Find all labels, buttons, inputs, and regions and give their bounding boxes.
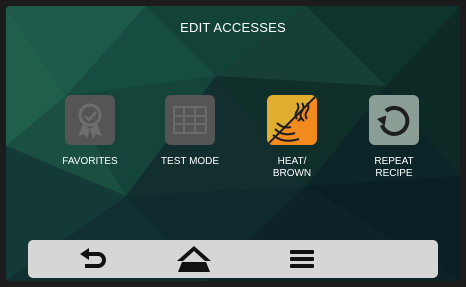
bottom-navbar <box>28 240 438 278</box>
device-frame: EDIT ACCESSES FAVORITES TEST MODE HEAT/ … <box>0 0 466 287</box>
home-button[interactable] <box>174 244 214 274</box>
menu-icon <box>290 250 314 268</box>
test-mode-tile-button[interactable] <box>165 95 215 145</box>
tile-test-mode[interactable]: TEST MODE <box>140 95 240 168</box>
tile-heat-brown[interactable]: HEAT/ BROWN <box>242 95 342 180</box>
heat-brown-tile-button[interactable] <box>267 95 317 145</box>
tile-test-mode-label: TEST MODE <box>160 156 220 167</box>
tile-favorites-label: FAVORITES <box>62 156 118 167</box>
menu-button[interactable] <box>282 244 322 274</box>
home-icon <box>177 246 211 272</box>
tile-repeat-recipe-label: REPEAT RECIPE <box>374 156 414 179</box>
repeat-recipe-icon <box>376 105 410 136</box>
back-button[interactable] <box>72 244 112 274</box>
screen: EDIT ACCESSES FAVORITES TEST MODE HEAT/ … <box>6 6 460 281</box>
repeat-recipe-tile-button[interactable] <box>369 95 419 145</box>
tile-favorites[interactable]: FAVORITES <box>40 95 140 168</box>
test-mode-grid-icon <box>173 106 207 134</box>
tile-repeat-recipe[interactable]: REPEAT RECIPE <box>344 95 444 180</box>
page-title: EDIT ACCESSES <box>180 20 286 35</box>
back-arrow-icon <box>80 248 106 268</box>
heat-brown-icon <box>267 95 317 145</box>
favorites-tile-button[interactable] <box>65 95 115 145</box>
tile-heat-brown-label: HEAT/ BROWN <box>272 156 312 179</box>
favorites-ribbon-icon <box>78 103 102 139</box>
